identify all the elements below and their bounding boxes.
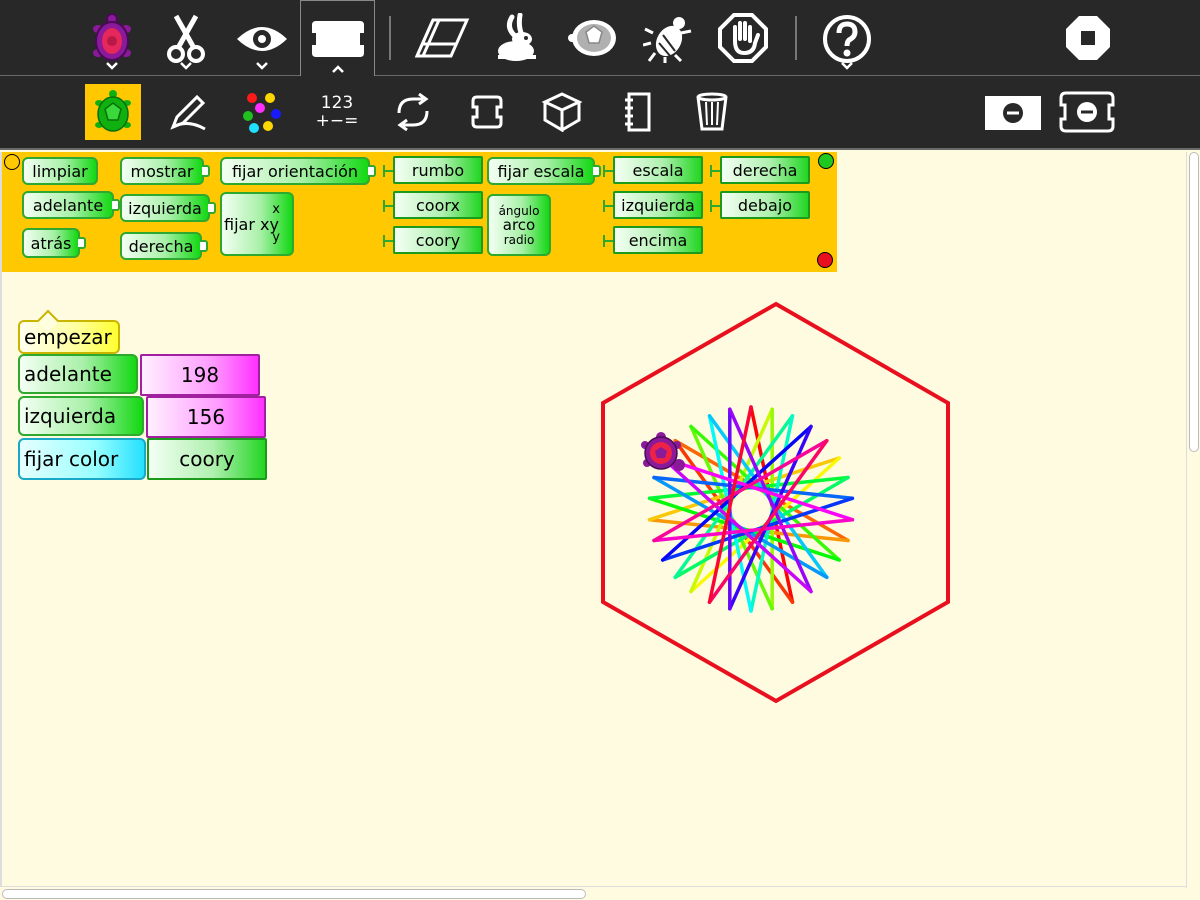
activity-button[interactable] — [86, 6, 138, 72]
chevron-down-icon — [180, 62, 192, 70]
collapse-icon — [1003, 103, 1023, 123]
stop-hand-icon — [718, 13, 768, 63]
set-color-block[interactable]: fijar color — [18, 438, 146, 480]
blocks-tab-icon — [311, 21, 364, 57]
flow-palette-button[interactable] — [386, 84, 440, 140]
turtle-shell-icon — [568, 20, 616, 56]
block-left-edge[interactable]: izquierda — [603, 191, 703, 219]
media-palette-button[interactable] — [612, 84, 664, 140]
block-set-scale[interactable]: fijar escala — [487, 157, 601, 185]
palette-hide-icon[interactable] — [817, 252, 833, 268]
trash-palette-button[interactable] — [686, 84, 738, 140]
blocks-icon — [471, 95, 503, 129]
pen-palette-button[interactable] — [162, 84, 214, 140]
collapse-button[interactable] — [985, 96, 1041, 130]
vertical-scrollbar[interactable] — [1186, 152, 1200, 888]
run-fast-button[interactable] — [490, 10, 546, 66]
block-heading[interactable]: rumbo — [383, 156, 483, 184]
horizontal-scrollbar[interactable] — [0, 886, 1186, 900]
help-button[interactable] — [820, 6, 874, 72]
eye-icon — [237, 27, 287, 51]
block-clear[interactable]: limpiar — [22, 157, 98, 185]
chevron-down-icon — [841, 62, 853, 70]
bug-icon — [643, 17, 692, 63]
pen-icon — [170, 94, 206, 131]
forward-block[interactable]: adelante — [18, 354, 138, 394]
blocks-tab-button[interactable] — [300, 0, 375, 77]
block-set-heading[interactable]: fijar orientación — [220, 157, 376, 185]
main-toolbar — [0, 0, 1200, 77]
block-scale[interactable]: escala — [603, 156, 703, 184]
stop-icon — [1066, 16, 1110, 60]
turtle-activity-icon — [93, 13, 131, 61]
collapse-stack-button[interactable] — [1058, 90, 1116, 134]
extras-palette-button[interactable] — [534, 84, 590, 140]
palette-toolbar: 123 +−= — [0, 76, 1200, 150]
flow-icon — [397, 93, 429, 131]
start-block[interactable]: empezar — [18, 320, 120, 354]
block-show[interactable]: mostrar — [120, 157, 210, 185]
edit-button[interactable] — [160, 6, 212, 72]
turtle-palette-button[interactable] — [85, 84, 141, 140]
toolbar-separator — [389, 16, 391, 60]
left-value-input[interactable]: 156 — [146, 396, 266, 438]
block-forward[interactable]: adelante — [22, 191, 120, 219]
block-bottom-edge[interactable]: debajo — [710, 191, 810, 219]
toolbar-separator — [795, 16, 797, 60]
clear-button[interactable] — [412, 10, 472, 66]
help-icon — [823, 15, 871, 63]
turtle-sprite — [641, 432, 685, 471]
block-ycor[interactable]: coory — [383, 226, 483, 254]
chevron-down-icon — [256, 62, 268, 70]
numbers-palette-button[interactable]: 123 +−= — [306, 84, 368, 140]
media-icon — [625, 92, 651, 132]
numbers-icon: 123 +−= — [315, 93, 359, 131]
palette-orientation-icon[interactable] — [4, 154, 20, 170]
chevron-down-icon — [106, 62, 118, 70]
set-color-value-block[interactable]: coory — [147, 438, 267, 480]
block-arc[interactable]: ángulo arco radio — [487, 194, 551, 256]
scissors-icon — [167, 14, 205, 63]
run-slow-button[interactable] — [566, 10, 622, 66]
blocks-palette-button[interactable] — [460, 84, 514, 140]
palette-next-icon[interactable] — [818, 153, 834, 169]
block-left[interactable]: izquierda — [120, 194, 216, 222]
horizontal-scroll-thumb[interactable] — [2, 889, 586, 899]
rabbit-icon — [498, 13, 536, 61]
block-right-edge[interactable]: derecha — [710, 156, 810, 184]
block-back[interactable]: atrás — [22, 228, 86, 258]
block-xcor[interactable]: coorx — [383, 191, 483, 219]
block-right[interactable]: derecha — [120, 232, 208, 260]
colors-palette-button[interactable] — [236, 84, 288, 140]
eraser-icon — [414, 18, 470, 58]
view-button[interactable] — [234, 6, 290, 72]
rainbow-star-pattern — [647, 405, 855, 613]
turtle-palette-icon — [95, 90, 131, 132]
block-set-xy[interactable]: fijar xy x y — [220, 192, 294, 256]
vertical-scroll-thumb[interactable] — [1189, 152, 1199, 452]
extras-icon — [541, 92, 583, 132]
stop-turtle-button[interactable] — [716, 10, 770, 66]
turtle-palette: limpiar adelante atrás mostrar izquierda… — [2, 152, 837, 272]
chevron-up-icon — [331, 65, 344, 73]
debug-button[interactable] — [640, 10, 696, 66]
block-top-edge[interactable]: encima — [603, 226, 703, 254]
stop-activity-button[interactable] — [1060, 10, 1116, 66]
trash-icon — [696, 92, 728, 131]
collapse-stack-icon — [1059, 91, 1115, 133]
forward-value-input[interactable]: 198 — [140, 354, 260, 396]
colors-icon — [243, 93, 281, 133]
left-block[interactable]: izquierda — [18, 396, 144, 436]
